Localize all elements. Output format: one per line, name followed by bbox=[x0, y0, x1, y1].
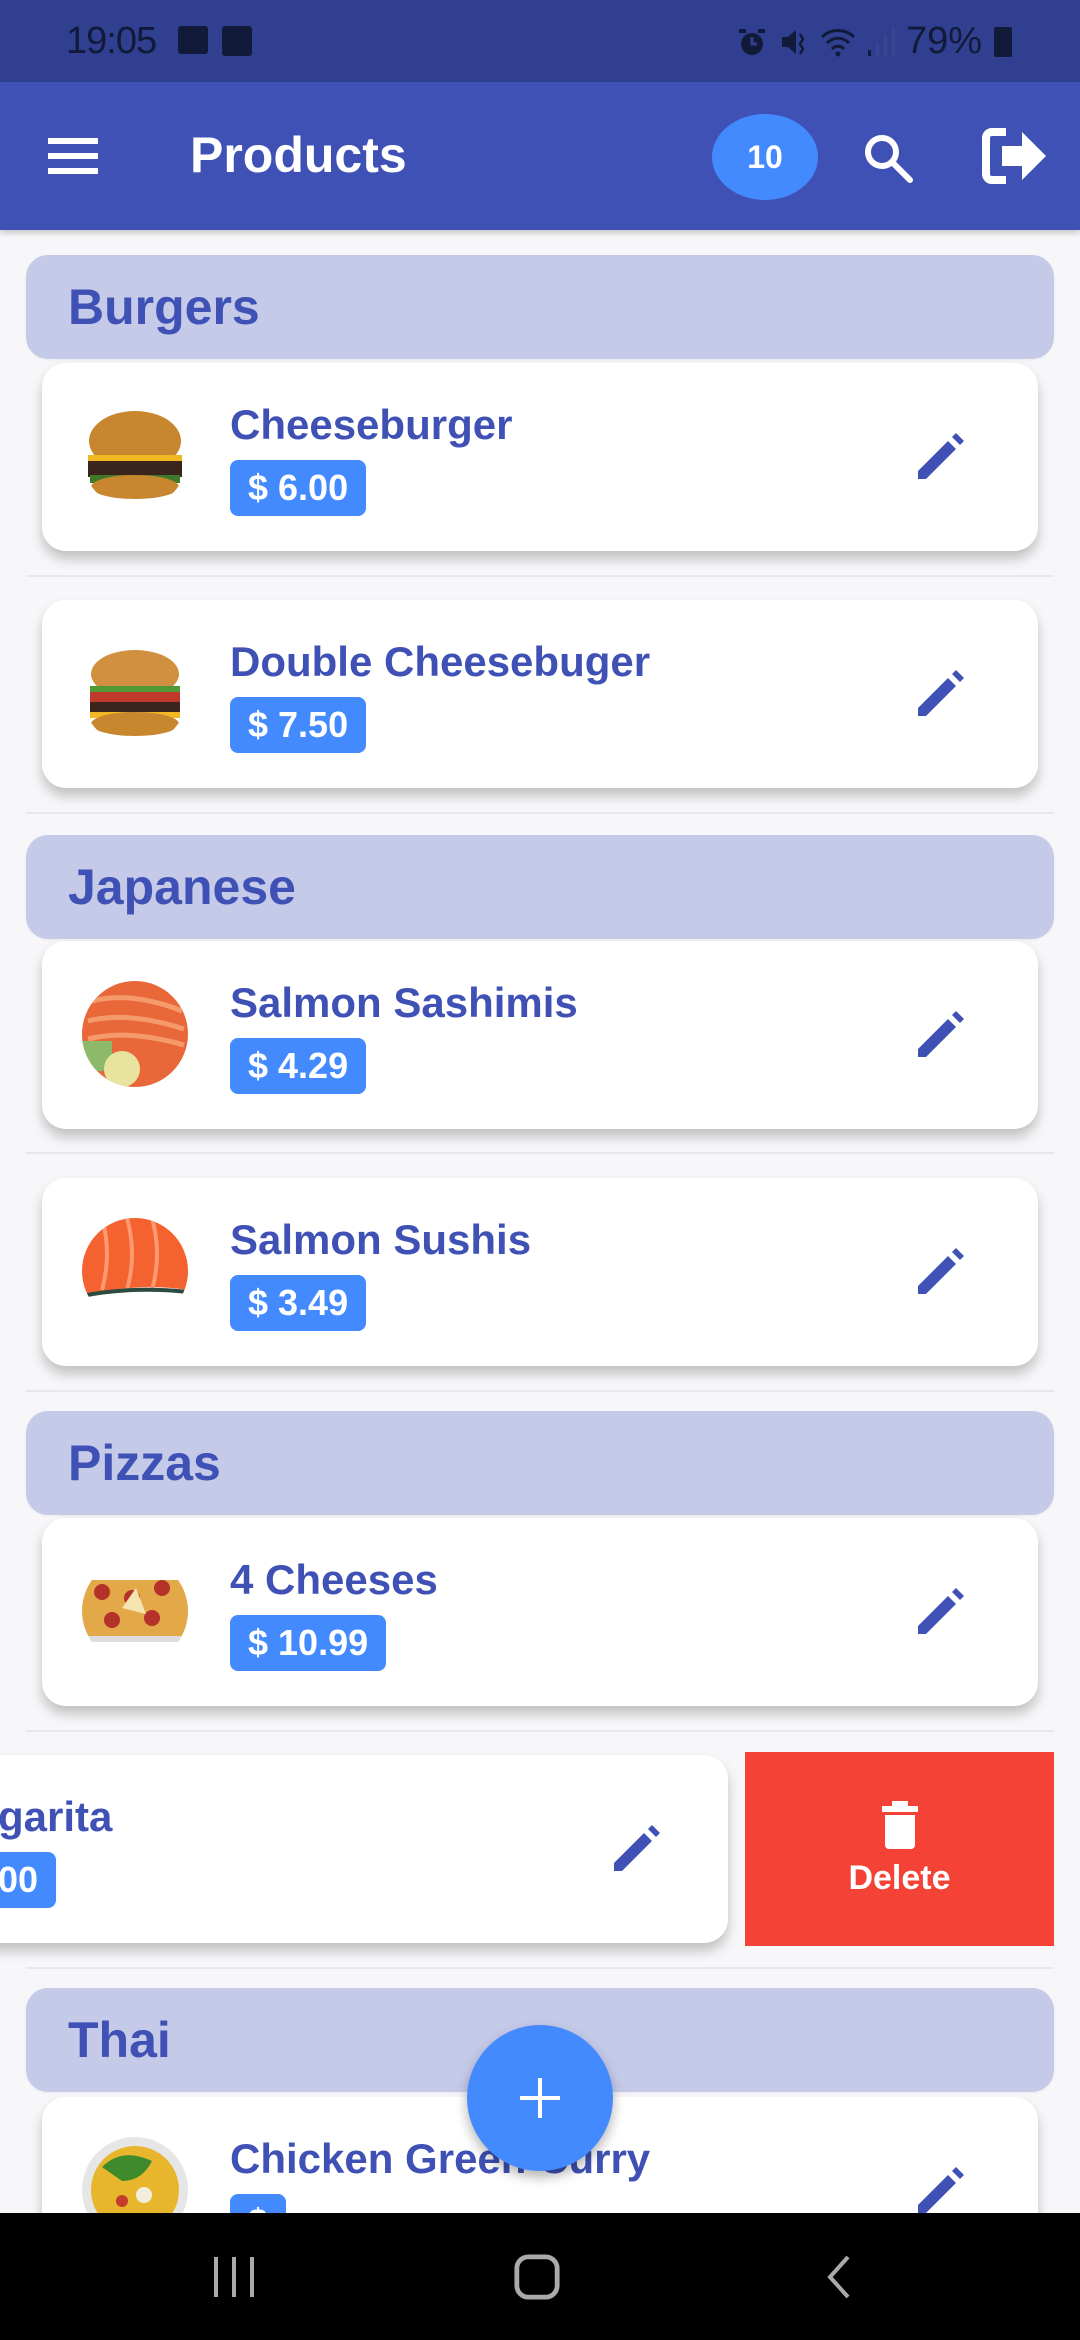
divider bbox=[26, 575, 1054, 577]
product-name: Cheeseburger bbox=[230, 401, 513, 448]
product-image-green-curry bbox=[82, 2137, 188, 2213]
edit-icon[interactable] bbox=[610, 1823, 662, 1875]
divider bbox=[26, 1730, 1054, 1732]
page-title: Products bbox=[190, 127, 407, 183]
product-count-badge[interactable]: 10 bbox=[712, 114, 818, 200]
product-name: Salmon Sushis bbox=[230, 1216, 532, 1263]
product-card[interactable]: 4 Cheeses $ 10.99 bbox=[42, 1518, 1038, 1706]
product-card[interactable]: Salmon Sushis $ 3.49 bbox=[42, 1178, 1038, 1366]
product-name: garita bbox=[0, 1793, 113, 1840]
app-bar: Products 10 bbox=[0, 82, 1080, 230]
product-image-salmon-sushi bbox=[82, 1218, 188, 1324]
divider bbox=[26, 1390, 1054, 1392]
status-bar: 19:05 79% bbox=[0, 0, 1080, 82]
divider bbox=[26, 1967, 1054, 1969]
add-product-button[interactable] bbox=[467, 2025, 613, 2171]
category-header-burgers: Burgers bbox=[26, 255, 1054, 359]
product-name: Salmon Sashimis bbox=[230, 979, 578, 1026]
divider bbox=[26, 1152, 1054, 1154]
product-image-salmon-sashimi bbox=[82, 981, 188, 1087]
price-badge: $ 3.49 bbox=[230, 1275, 367, 1331]
edit-icon[interactable] bbox=[914, 1009, 966, 1061]
price-badge: $ 10.99 bbox=[230, 1615, 387, 1671]
category-header-japanese: Japanese bbox=[26, 835, 1054, 939]
edit-icon[interactable] bbox=[914, 1586, 966, 1638]
product-image-cheeseburger bbox=[82, 403, 188, 509]
status-icons: 79% bbox=[736, 20, 1012, 63]
edit-icon[interactable] bbox=[914, 2165, 966, 2213]
home-icon[interactable] bbox=[512, 2253, 562, 2301]
back-icon[interactable] bbox=[824, 2253, 854, 2301]
divider bbox=[26, 812, 1054, 814]
product-name: 4 Cheeses bbox=[230, 1556, 438, 1603]
battery-icon bbox=[994, 26, 1012, 57]
delete-button[interactable]: Delete bbox=[745, 1752, 1054, 1946]
logout-icon[interactable] bbox=[980, 126, 1046, 186]
price-badge: $ bbox=[230, 2194, 287, 2213]
price-badge: $ 4.29 bbox=[230, 1038, 367, 1094]
product-card[interactable]: Salmon Sashimis $ 4.29 bbox=[42, 941, 1038, 1129]
trash-icon bbox=[881, 1800, 918, 1849]
menu-icon[interactable] bbox=[48, 138, 98, 174]
edit-icon[interactable] bbox=[914, 1246, 966, 1298]
recent-apps-icon[interactable] bbox=[212, 2253, 256, 2301]
delete-label: Delete bbox=[848, 1858, 951, 1897]
voicemail-icon bbox=[222, 26, 252, 56]
signal-icon bbox=[867, 27, 895, 56]
product-image-pizza bbox=[82, 1558, 188, 1664]
screen: 19:05 79% Products 10 Burgers Cheeseburg… bbox=[0, 0, 1080, 2340]
image-icon bbox=[178, 26, 208, 54]
product-card[interactable]: Double Cheesebuger $ 7.50 bbox=[42, 600, 1038, 788]
plus-icon bbox=[520, 2078, 560, 2118]
edit-icon[interactable] bbox=[914, 431, 966, 483]
price-badge: $ 6.00 bbox=[230, 460, 367, 516]
product-image-double-cheeseburger bbox=[82, 640, 188, 746]
status-time: 19:05 bbox=[66, 20, 157, 62]
edit-icon[interactable] bbox=[914, 668, 966, 720]
wifi-icon bbox=[820, 28, 855, 56]
product-name: Double Cheesebuger bbox=[230, 638, 651, 685]
search-icon[interactable] bbox=[860, 130, 916, 186]
product-list[interactable]: Burgers Cheeseburger $ 6.00 Double Chees… bbox=[0, 230, 1080, 2213]
price-badge: 00 bbox=[0, 1852, 57, 1908]
battery-percent: 79% bbox=[905, 20, 982, 62]
alarm-icon bbox=[738, 28, 765, 55]
mute-icon bbox=[781, 29, 805, 55]
product-card[interactable]: Cheeseburger $ 6.00 bbox=[42, 363, 1038, 551]
system-nav-bar bbox=[0, 2213, 1080, 2340]
price-badge: $ 7.50 bbox=[230, 697, 367, 753]
category-header-pizzas: Pizzas bbox=[26, 1411, 1054, 1515]
product-card-swiped[interactable]: garita 00 bbox=[0, 1755, 728, 1943]
